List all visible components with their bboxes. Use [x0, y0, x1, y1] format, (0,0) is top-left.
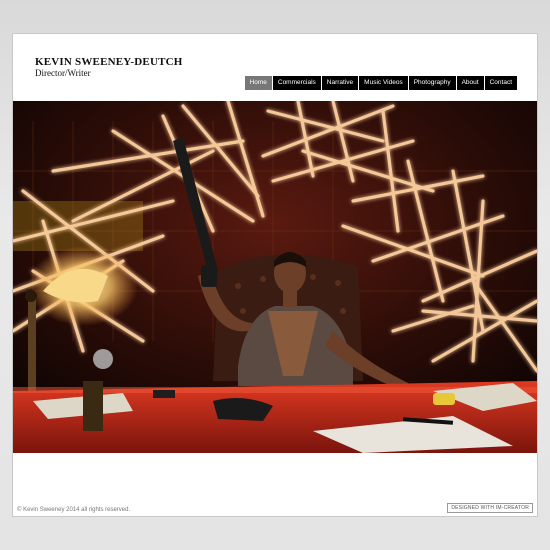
- main-nav: Home Commercials Narrative Music Videos …: [244, 76, 517, 90]
- nav-item-photography[interactable]: Photography: [408, 76, 456, 90]
- hero-photo: [13, 101, 537, 453]
- nav-item-music-videos[interactable]: Music Videos: [359, 76, 408, 90]
- hero-image: [13, 101, 537, 453]
- nav-item-about[interactable]: About: [456, 76, 484, 90]
- footer-copyright: © Kevin Sweeney 2014 all rights reserved…: [17, 507, 131, 513]
- site-name[interactable]: KEVIN SWEENEY-DEUTCH: [35, 56, 183, 68]
- page-card: KEVIN SWEENEY-DEUTCH Director/Writer Hom…: [12, 33, 538, 517]
- site-role: Director/Writer: [35, 68, 91, 78]
- brand: KEVIN SWEENEY-DEUTCH Director/Writer: [35, 56, 183, 79]
- nav-item-contact[interactable]: Contact: [484, 76, 517, 90]
- nav-item-narrative[interactable]: Narrative: [321, 76, 359, 90]
- nav-item-home[interactable]: Home: [244, 76, 272, 90]
- nav-item-commercials[interactable]: Commercials: [272, 76, 321, 90]
- im-creator-badge[interactable]: DESIGNED WITH IM-CREATOR: [447, 503, 533, 513]
